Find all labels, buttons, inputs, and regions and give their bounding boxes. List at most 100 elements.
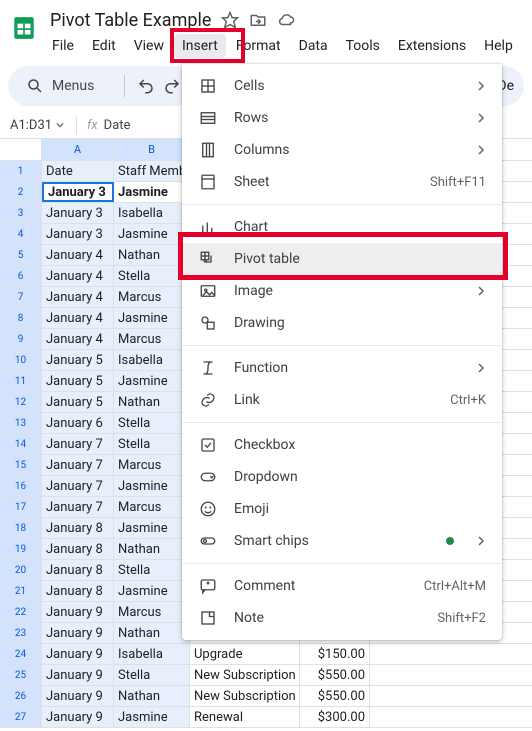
cell[interactable]: January 8 — [42, 581, 114, 601]
cell[interactable]: Jasmine — [114, 308, 190, 328]
row-header[interactable]: 7 — [0, 287, 42, 307]
cell[interactable]: $550.00 — [300, 686, 370, 706]
cell[interactable]: Isabella — [114, 644, 190, 664]
fx-content[interactable]: Date — [104, 118, 131, 133]
cell[interactable]: $550.00 — [300, 665, 370, 685]
row-header[interactable]: 16 — [0, 476, 42, 496]
menu-item-image[interactable]: Image — [182, 275, 502, 307]
menu-item-cells[interactable]: Cells — [182, 70, 502, 102]
cell[interactable]: New Subscription — [190, 686, 300, 706]
cell[interactable]: Jasmine — [114, 224, 190, 244]
row-header[interactable]: 2 — [0, 182, 42, 202]
cell[interactable]: Staff Member — [114, 161, 190, 181]
menu-insert[interactable]: Insert — [174, 34, 226, 58]
cell[interactable]: January 3 — [42, 182, 114, 202]
row-header[interactable]: 6 — [0, 266, 42, 286]
cell[interactable]: Stella — [114, 413, 190, 433]
cell[interactable]: January 5 — [42, 392, 114, 412]
star-icon[interactable] — [221, 11, 239, 29]
row-header[interactable]: 4 — [0, 224, 42, 244]
cell[interactable]: Renewal — [190, 707, 300, 727]
cell[interactable]: January 9 — [42, 665, 114, 685]
menu-tools[interactable]: Tools — [338, 34, 388, 58]
row-header[interactable]: 1 — [0, 161, 42, 181]
menu-item-comment[interactable]: CommentCtrl+Alt+M — [182, 570, 502, 602]
row-header[interactable]: 18 — [0, 518, 42, 538]
menu-item-smart-chips[interactable]: Smart chips — [182, 525, 502, 557]
menu-item-chart[interactable]: Chart — [182, 211, 502, 243]
cell[interactable]: January 7 — [42, 476, 114, 496]
row-header[interactable]: 14 — [0, 434, 42, 454]
move-icon[interactable] — [249, 11, 267, 29]
row-header[interactable]: 15 — [0, 455, 42, 475]
menu-item-dropdown[interactable]: Dropdown — [182, 461, 502, 493]
cell[interactable]: January 9 — [42, 686, 114, 706]
col-header-a[interactable]: A — [42, 139, 114, 160]
cell[interactable]: Nathan — [114, 623, 190, 643]
cell[interactable]: Marcus — [114, 455, 190, 475]
cell[interactable]: January 3 — [42, 224, 114, 244]
cell[interactable]: $150.00 — [300, 644, 370, 664]
menu-item-drawing[interactable]: Drawing — [182, 307, 502, 339]
cell[interactable]: Nathan — [114, 686, 190, 706]
menu-item-columns[interactable]: Columns — [182, 134, 502, 166]
menu-data[interactable]: Data — [291, 34, 336, 58]
cell[interactable]: January 9 — [42, 644, 114, 664]
row-header[interactable]: 23 — [0, 623, 42, 643]
sheets-logo[interactable] — [8, 8, 40, 48]
doc-title[interactable]: Pivot Table Example — [50, 10, 211, 31]
cell[interactable]: January 7 — [42, 497, 114, 517]
row-header[interactable]: 17 — [0, 497, 42, 517]
cell[interactable]: Stella — [114, 434, 190, 454]
cell[interactable]: January 7 — [42, 455, 114, 475]
select-all-corner[interactable] — [0, 139, 42, 160]
cell[interactable]: January 4 — [42, 308, 114, 328]
row-header[interactable]: 3 — [0, 203, 42, 223]
col-header-b[interactable]: B — [114, 139, 190, 160]
cell[interactable]: January 4 — [42, 329, 114, 349]
menu-help[interactable]: Help — [476, 34, 521, 58]
cell[interactable]: Nathan — [114, 245, 190, 265]
row-header[interactable]: 26 — [0, 686, 42, 706]
row-header[interactable]: 11 — [0, 371, 42, 391]
row-header[interactable]: 21 — [0, 581, 42, 601]
cell[interactable]: Marcus — [114, 287, 190, 307]
menu-item-note[interactable]: NoteShift+F2 — [182, 602, 502, 634]
cell[interactable]: New Subscription — [190, 665, 300, 685]
menu-item-function[interactable]: Function — [182, 352, 502, 384]
cell[interactable]: Jasmine — [114, 476, 190, 496]
cell[interactable]: Marcus — [114, 497, 190, 517]
cell[interactable]: January 9 — [42, 602, 114, 622]
row-header[interactable]: 12 — [0, 392, 42, 412]
cell[interactable]: January 8 — [42, 518, 114, 538]
menu-extensions[interactable]: Extensions — [390, 34, 474, 58]
cell[interactable]: Stella — [114, 560, 190, 580]
cell[interactable]: January 4 — [42, 245, 114, 265]
cell[interactable]: January 7 — [42, 434, 114, 454]
cell[interactable]: Upgrade — [190, 644, 300, 664]
menu-item-sheet[interactable]: SheetShift+F11 — [182, 166, 502, 198]
cell[interactable]: Stella — [114, 665, 190, 685]
redo-icon[interactable] — [163, 77, 181, 95]
menu-item-emoji[interactable]: Emoji — [182, 493, 502, 525]
cell[interactable]: Marcus — [114, 329, 190, 349]
cell[interactable]: January 3 — [42, 203, 114, 223]
cell[interactable]: Isabella — [114, 203, 190, 223]
row-header[interactable]: 19 — [0, 539, 42, 559]
menu-item-rows[interactable]: Rows — [182, 102, 502, 134]
cell[interactable]: January 5 — [42, 350, 114, 370]
menu-view[interactable]: View — [126, 34, 172, 58]
cell[interactable]: January 9 — [42, 623, 114, 643]
cell[interactable]: Date — [42, 161, 114, 181]
row-header[interactable]: 8 — [0, 308, 42, 328]
cell[interactable]: $300.00 — [300, 707, 370, 727]
row-header[interactable]: 20 — [0, 560, 42, 580]
undo-icon[interactable] — [137, 77, 155, 95]
cloud-icon[interactable] — [277, 11, 295, 29]
row-header[interactable]: 25 — [0, 665, 42, 685]
cell[interactable]: Jasmine — [114, 518, 190, 538]
cell[interactable]: January 8 — [42, 539, 114, 559]
cell[interactable]: January 8 — [42, 560, 114, 580]
cell[interactable]: January 5 — [42, 371, 114, 391]
cell[interactable]: Nathan — [114, 539, 190, 559]
